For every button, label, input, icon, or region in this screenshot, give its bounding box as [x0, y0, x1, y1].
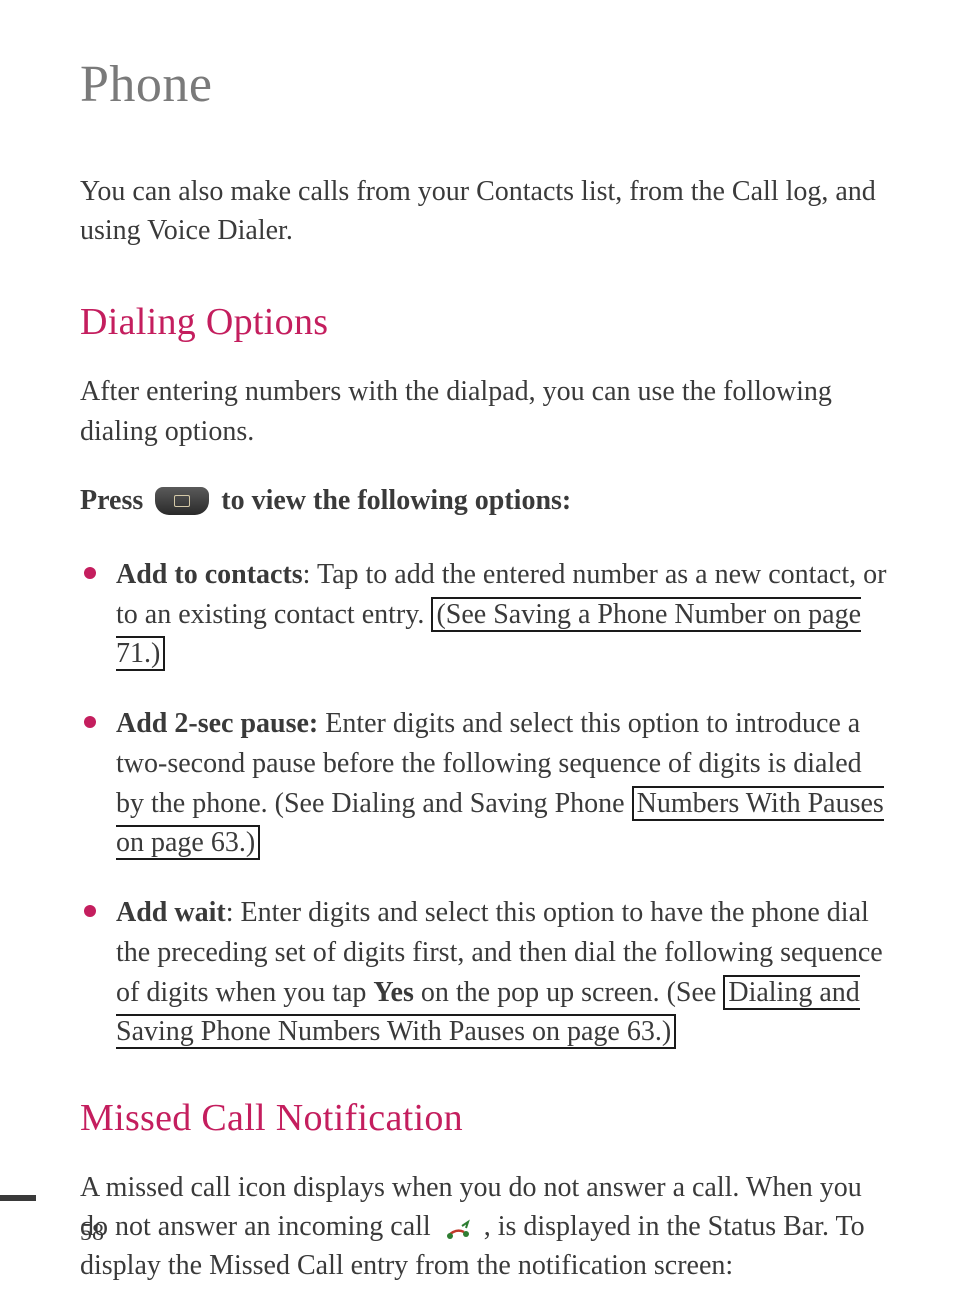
menu-button-icon — [155, 487, 209, 515]
intro-paragraph: You can also make calls from your Contac… — [80, 172, 894, 250]
dialing-options-heading: Dialing Options — [80, 300, 894, 344]
list-item-add-contacts: Add to contacts: Tap to add the entered … — [80, 555, 894, 674]
add-contacts-term: Add to contacts — [116, 559, 303, 590]
list-item-add-pause: Add 2-sec pause: Enter digits and select… — [80, 704, 894, 863]
add-pause-term: Add 2-sec pause: — [116, 708, 318, 739]
press-label: Press — [80, 485, 143, 517]
yes-label: Yes — [373, 977, 413, 1008]
list-item-add-wait: Add wait: Enter digits and select this o… — [80, 893, 894, 1052]
page-number: 58 — [80, 1220, 104, 1247]
dialing-options-intro: After entering numbers with the dialpad,… — [80, 372, 894, 450]
missed-call-heading: Missed Call Notification — [80, 1096, 894, 1140]
page-title: Phone — [80, 55, 894, 114]
press-instruction: Press to view the following options: — [80, 485, 894, 517]
press-text: to view the following options: — [221, 485, 571, 517]
add-wait-text-after: on the pop up screen. (See — [414, 977, 723, 1008]
missed-call-icon — [444, 1218, 478, 1240]
dialing-options-list: Add to contacts: Tap to add the entered … — [80, 555, 894, 1052]
side-tab-indicator — [0, 1195, 36, 1201]
missed-call-paragraph: A missed call icon displays when you do … — [80, 1168, 894, 1286]
add-wait-term: Add wait — [116, 897, 226, 928]
